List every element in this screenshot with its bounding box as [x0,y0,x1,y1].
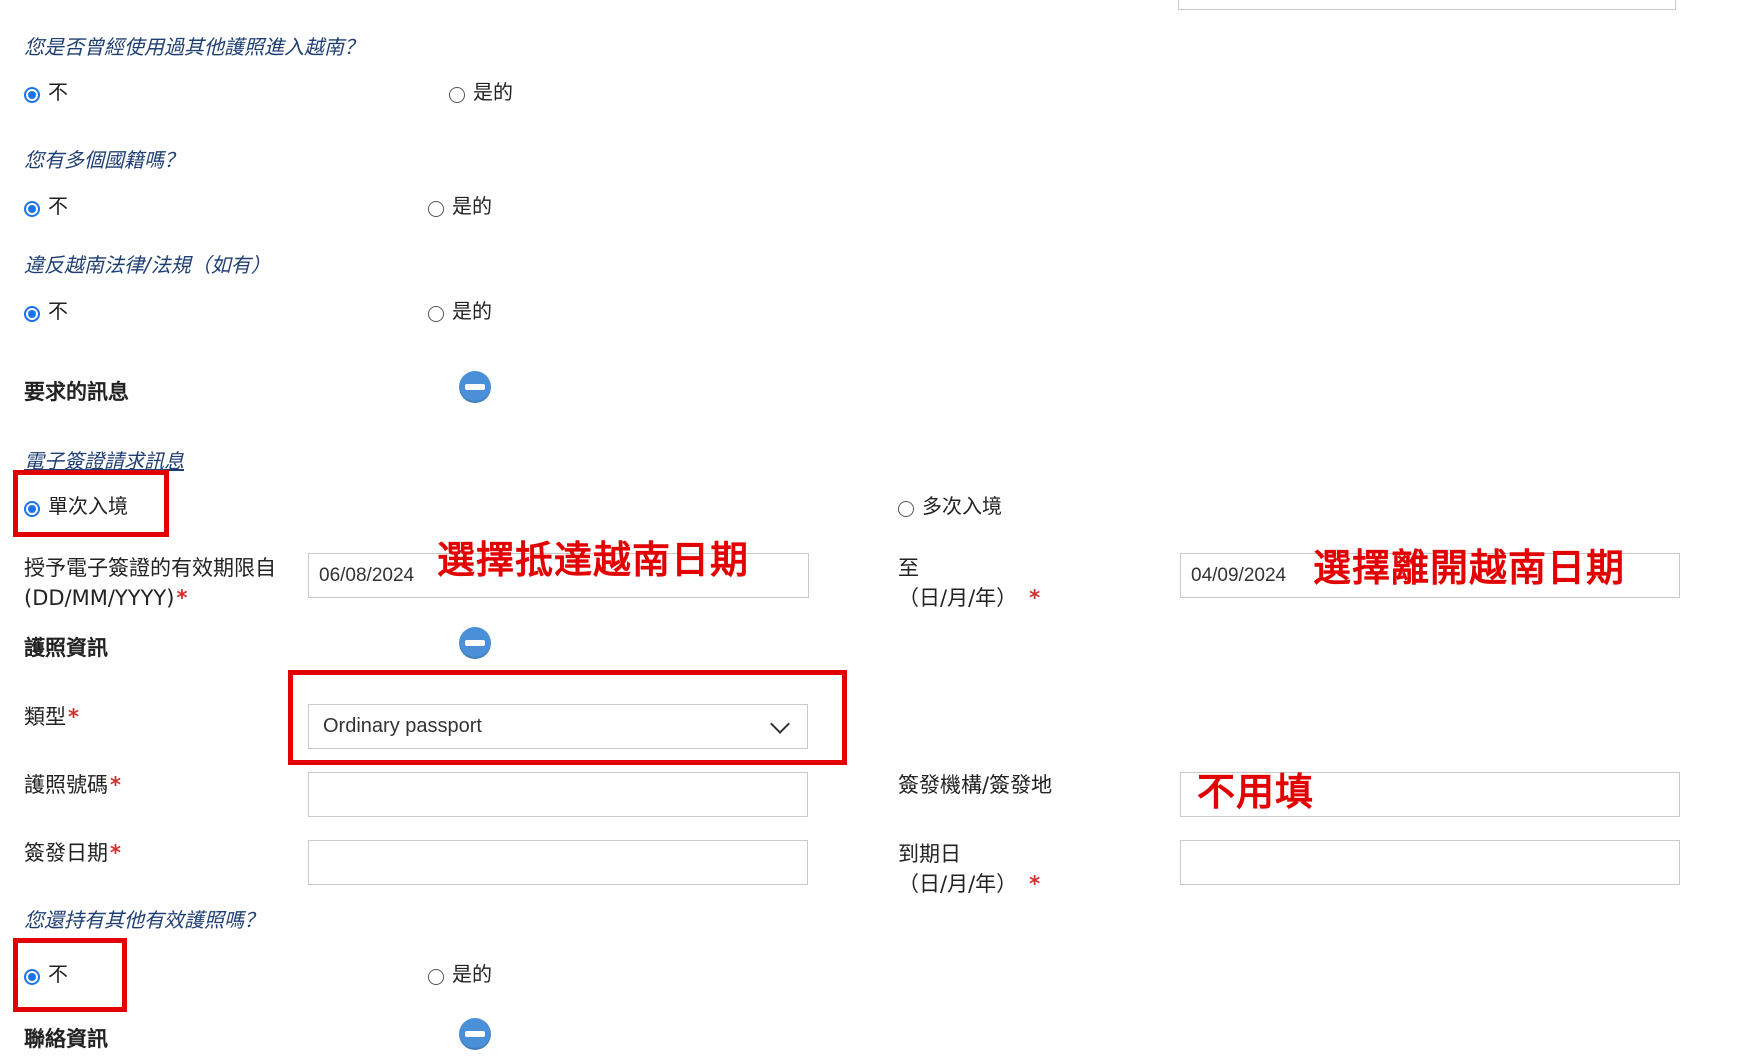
section-contact-info: 聯絡資訊 [24,1027,108,1051]
q1-no-option[interactable]: 不 [24,80,68,104]
radio-selected-icon[interactable] [24,201,40,217]
q2-no-option[interactable]: 不 [24,194,68,218]
question-other-valid-passport: 您還持有其他有效護照嗎？ [24,908,264,932]
radio-label: 不 [48,194,68,218]
radio-label: 多次入境 [922,494,1002,518]
required-mark: * [1029,872,1041,896]
expiry-date-input[interactable] [1180,840,1680,885]
to-date-value: 04/09/2024 [1191,564,1287,586]
section-passport-info: 護照資訊 [24,636,108,660]
issue-date-label: 簽發日期* [24,838,121,868]
from-date-value: 06/08/2024 [319,564,415,586]
radio-selected-icon[interactable] [24,969,40,985]
passport-type-label-text: 類型 [24,705,66,729]
validity-from-label: 授予電子簽證的有效期限自 (DD/MM/YYYY)* [24,553,276,613]
minus-icon [465,640,485,646]
question-multiple-nationality: 您有多個國籍嗎？ [24,148,184,172]
visa-form-page: 您是否曾經使用過其他護照進入越南？ 不 是的 您有多個國籍嗎？ 不 是的 違反越… [0,0,1738,1064]
passport-number-label-text: 護照號碼 [24,773,108,797]
issue-date-label-text: 簽發日期 [24,841,108,865]
annotation-departure-date: 選擇離開越南日期 [1313,546,1626,590]
q1-yes-option[interactable]: 是的 [449,80,513,104]
evisa-request-title: 電子簽證請求訊息 [24,449,184,473]
issuing-authority-label: 簽發機構/簽發地 [898,773,1053,797]
question-other-passport: 您是否曾經使用過其他護照進入越南？ [24,35,364,59]
minus-icon [465,384,485,390]
radio-selected-icon[interactable] [24,306,40,322]
expiry-label-line2: （日/月/年） [898,872,1018,896]
q2-yes-option[interactable]: 是的 [428,194,492,218]
top-partial-input[interactable] [1178,0,1676,10]
chevron-down-icon [770,713,790,734]
expiry-date-label: 到期日 （日/月/年） * [898,839,1040,899]
required-mark: * [176,586,188,610]
single-entry-option[interactable]: 單次入境 [24,494,128,518]
radio-label: 是的 [452,194,492,218]
annotation-no-need-fill: 不用填 [1197,770,1315,814]
required-mark: * [110,773,121,797]
required-mark: * [1029,586,1041,610]
radio-label: 是的 [452,299,492,323]
radio-label: 是的 [473,80,513,104]
question-law-violation: 違反越南法律/法規（如有） [24,253,271,277]
passport-type-select[interactable]: Ordinary passport [308,704,808,749]
annotation-arrival-date: 選擇抵達越南日期 [437,538,750,582]
collapse-requested-info-button[interactable] [459,371,491,403]
expiry-label-line1: 到期日 [898,842,961,866]
passport-number-input[interactable] [308,772,808,817]
radio-empty-icon[interactable] [428,201,444,217]
minus-icon [465,1031,485,1037]
radio-selected-icon[interactable] [24,501,40,517]
radio-label: 單次入境 [48,494,128,518]
passport-number-label: 護照號碼* [24,770,121,800]
multiple-entry-option[interactable]: 多次入境 [898,494,1002,518]
section-requested-info: 要求的訊息 [24,380,129,404]
validity-label-line1: 授予電子簽證的有效期限自 [24,556,276,580]
validity-to-label: 至 （日/月/年） * [898,553,1040,613]
validity-label-line2: (DD/MM/YYYY) [24,586,175,610]
required-mark: * [110,841,121,865]
required-mark: * [68,705,79,729]
radio-empty-icon[interactable] [428,969,444,985]
radio-label: 不 [48,962,68,986]
q3-no-option[interactable]: 不 [24,299,68,323]
radio-empty-icon[interactable] [898,501,914,517]
to-label-line1: 至 [898,556,919,580]
radio-label: 是的 [452,962,492,986]
issue-date-input[interactable] [308,840,808,885]
radio-label: 不 [48,80,68,104]
radio-selected-icon[interactable] [24,87,40,103]
radio-empty-icon[interactable] [449,87,465,103]
radio-label: 不 [48,299,68,323]
q4-yes-option[interactable]: 是的 [428,962,492,986]
collapse-passport-info-button[interactable] [459,627,491,659]
to-label-line2: （日/月/年） [898,586,1018,610]
passport-type-value: Ordinary passport [323,715,482,737]
q4-no-option[interactable]: 不 [24,962,68,986]
collapse-contact-info-button[interactable] [459,1018,491,1050]
radio-empty-icon[interactable] [428,306,444,322]
q3-yes-option[interactable]: 是的 [428,299,492,323]
passport-type-label: 類型* [24,702,79,732]
